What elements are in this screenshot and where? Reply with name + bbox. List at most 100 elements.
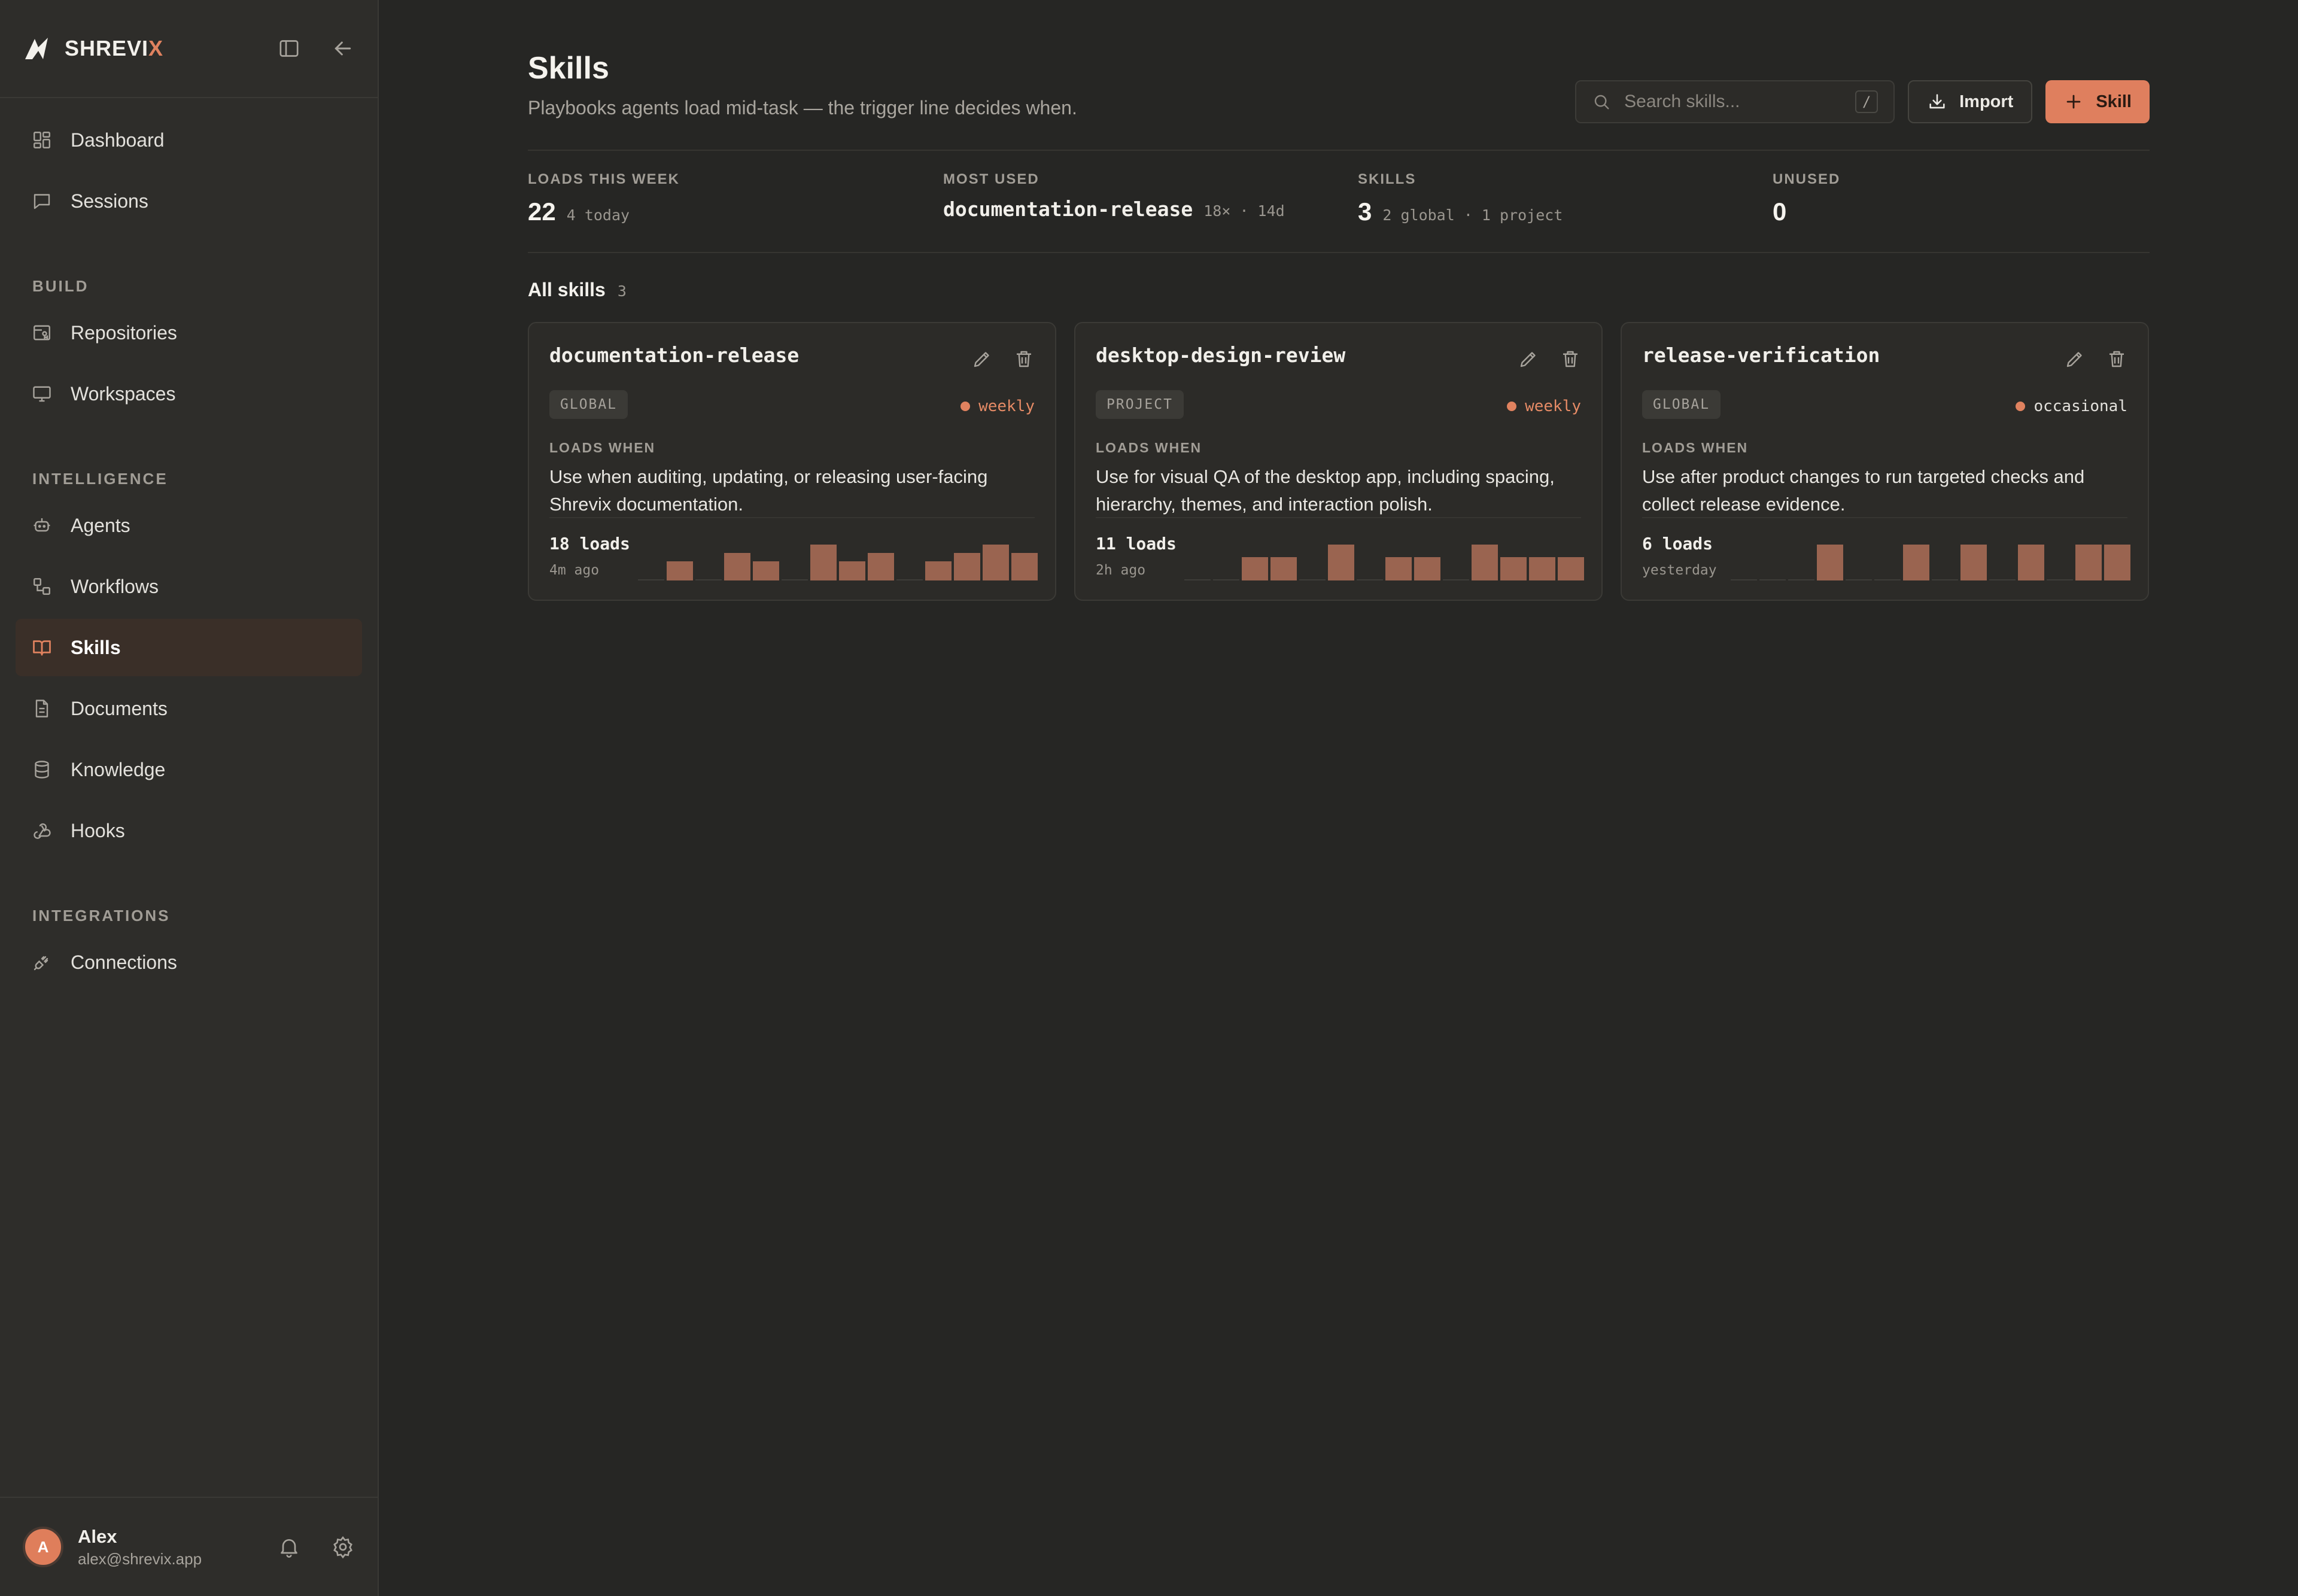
activity-baseline <box>1932 579 1958 580</box>
workflow-icon <box>34 578 50 595</box>
activity-bar <box>1328 545 1354 580</box>
add-skill-button[interactable]: Skill <box>2045 80 2150 123</box>
sidebar-item-workspaces[interactable]: Workspaces <box>16 365 362 422</box>
sidebar-nav: Dashboard Sessions BUILD Repositories Wo… <box>0 98 378 991</box>
sidebar-item-agents[interactable]: Agents <box>16 497 362 554</box>
loads-count: 18 loads <box>549 534 630 554</box>
sidebar-toggle-icon[interactable] <box>277 37 301 60</box>
sidebar-item-skills[interactable]: Skills <box>16 619 362 676</box>
nav-section-intelligence: INTELLIGENCE <box>32 470 168 488</box>
frequency-indicator: weekly <box>1507 397 1581 415</box>
grid-icon <box>34 132 50 148</box>
chat-icon <box>34 194 50 209</box>
activity-baseline <box>782 579 808 580</box>
skill-card[interactable]: documentation-release GLOBAL weekly LOAD… <box>528 322 1056 601</box>
activity-bar <box>954 553 980 580</box>
sidebar-item-documents[interactable]: Documents <box>16 680 362 737</box>
last-loaded: 4m ago <box>549 563 600 578</box>
user-email: alex@shrevix.app <box>78 1549 202 1568</box>
stat-loads-this-week: LOADS THIS WEEK 22 4 today <box>528 171 680 226</box>
sidebar-item-sessions[interactable]: Sessions <box>16 172 362 230</box>
sidebar-item-label: Knowledge <box>71 758 166 780</box>
loads-when-label: LOADS WHEN <box>1096 440 1202 455</box>
avatar[interactable]: A <box>23 1527 63 1567</box>
page-title: Skills <box>528 51 609 86</box>
user-footer: A Alex alex@shrevix.app <box>0 1497 378 1596</box>
sidebar-item-label: Skills <box>71 636 121 658</box>
activity-baseline <box>1874 579 1901 580</box>
skill-name: documentation-release <box>549 343 800 367</box>
skill-card[interactable]: release-verification GLOBAL occasional L… <box>1621 322 2149 601</box>
scope-badge: GLOBAL <box>1642 390 1721 419</box>
activity-bar <box>1414 557 1440 580</box>
import-button[interactable]: Import <box>1908 80 2033 123</box>
activity-bar <box>1817 545 1843 580</box>
stat-value: 3 <box>1358 197 1372 226</box>
activity-baseline <box>1184 579 1211 580</box>
gear-icon[interactable] <box>331 1535 355 1559</box>
activity-bar <box>1960 545 1987 580</box>
loads-when-text: Use for visual QA of the desktop app, in… <box>1096 466 1555 515</box>
activity-baseline <box>1357 579 1383 580</box>
search-input[interactable]: Search skills... / <box>1575 80 1895 123</box>
activity-bar <box>1472 545 1498 580</box>
scope-badge: PROJECT <box>1096 390 1184 419</box>
sidebar-item-dashboard[interactable]: Dashboard <box>16 111 362 169</box>
sidebar-item-label: Documents <box>71 697 168 719</box>
status-dot <box>2016 402 2026 411</box>
sidebar-item-label: Workspaces <box>71 382 176 405</box>
sidebar-item-hooks[interactable]: Hooks <box>16 802 362 859</box>
toolbar: Search skills... / Import Skill <box>1575 80 2150 123</box>
database-icon <box>35 761 49 779</box>
sidebar-item-workflows[interactable]: Workflows <box>16 558 362 615</box>
trash-icon[interactable] <box>1560 348 1581 370</box>
nav-section-build: BUILD <box>32 277 89 295</box>
trash-icon[interactable] <box>1013 348 1035 370</box>
activity-sparkline <box>638 545 1038 580</box>
sidebar-item-connections[interactable]: Connections <box>16 934 362 991</box>
stat-most-used: MOST USED documentation-release 18× · 14… <box>943 171 1285 221</box>
activity-baseline <box>1846 579 1872 580</box>
sidebar-item-repositories[interactable]: Repositories <box>16 304 362 361</box>
sidebar-item-label: Repositories <box>71 321 177 343</box>
activity-bar <box>839 561 865 580</box>
edit-icon[interactable] <box>971 348 993 370</box>
activity-bar <box>1500 557 1527 580</box>
sidebar-item-knowledge[interactable]: Knowledge <box>16 741 362 798</box>
stat-detail: 18× · 14d <box>1203 202 1285 220</box>
edit-icon[interactable] <box>2064 348 2086 370</box>
activity-bar <box>724 553 750 580</box>
activity-baseline <box>1299 579 1326 580</box>
frequency-indicator: weekly <box>960 397 1035 415</box>
sidebar-item-label: Connections <box>71 951 177 973</box>
book-icon <box>33 640 51 656</box>
loads-when-label: LOADS WHEN <box>549 440 656 455</box>
activity-bar <box>925 561 952 580</box>
skill-name: desktop-design-review <box>1096 343 1346 367</box>
skill-card[interactable]: desktop-design-review PROJECT weekly LOA… <box>1074 322 1603 601</box>
edit-icon[interactable] <box>1518 348 1539 370</box>
card-divider <box>1642 517 2127 518</box>
plug-icon <box>34 956 48 971</box>
bell-icon[interactable] <box>277 1535 301 1559</box>
section-title: All skills <box>528 279 606 300</box>
activity-bar <box>2104 545 2130 580</box>
activity-bar <box>667 561 693 580</box>
back-arrow-icon[interactable] <box>331 37 355 60</box>
last-loaded: yesterday <box>1642 563 1717 578</box>
activity-bar <box>1270 557 1297 580</box>
activity-baseline <box>896 579 923 580</box>
activity-baseline <box>1213 579 1239 580</box>
trash-icon[interactable] <box>2106 348 2127 370</box>
activity-sparkline <box>1184 545 1584 580</box>
stat-detail: 4 today <box>566 206 630 224</box>
status-dot <box>960 402 971 411</box>
page-subtitle: Playbooks agents load mid-task — the tri… <box>528 97 1077 118</box>
activity-bar <box>1529 557 1555 580</box>
sidebar-item-label: Sessions <box>71 190 148 212</box>
stat-skills: SKILLS 3 2 global · 1 project <box>1358 171 1563 226</box>
brand-logo-icon <box>25 38 48 59</box>
section-count: 3 <box>617 282 627 300</box>
activity-bar <box>868 553 894 580</box>
robot-icon <box>34 518 50 532</box>
